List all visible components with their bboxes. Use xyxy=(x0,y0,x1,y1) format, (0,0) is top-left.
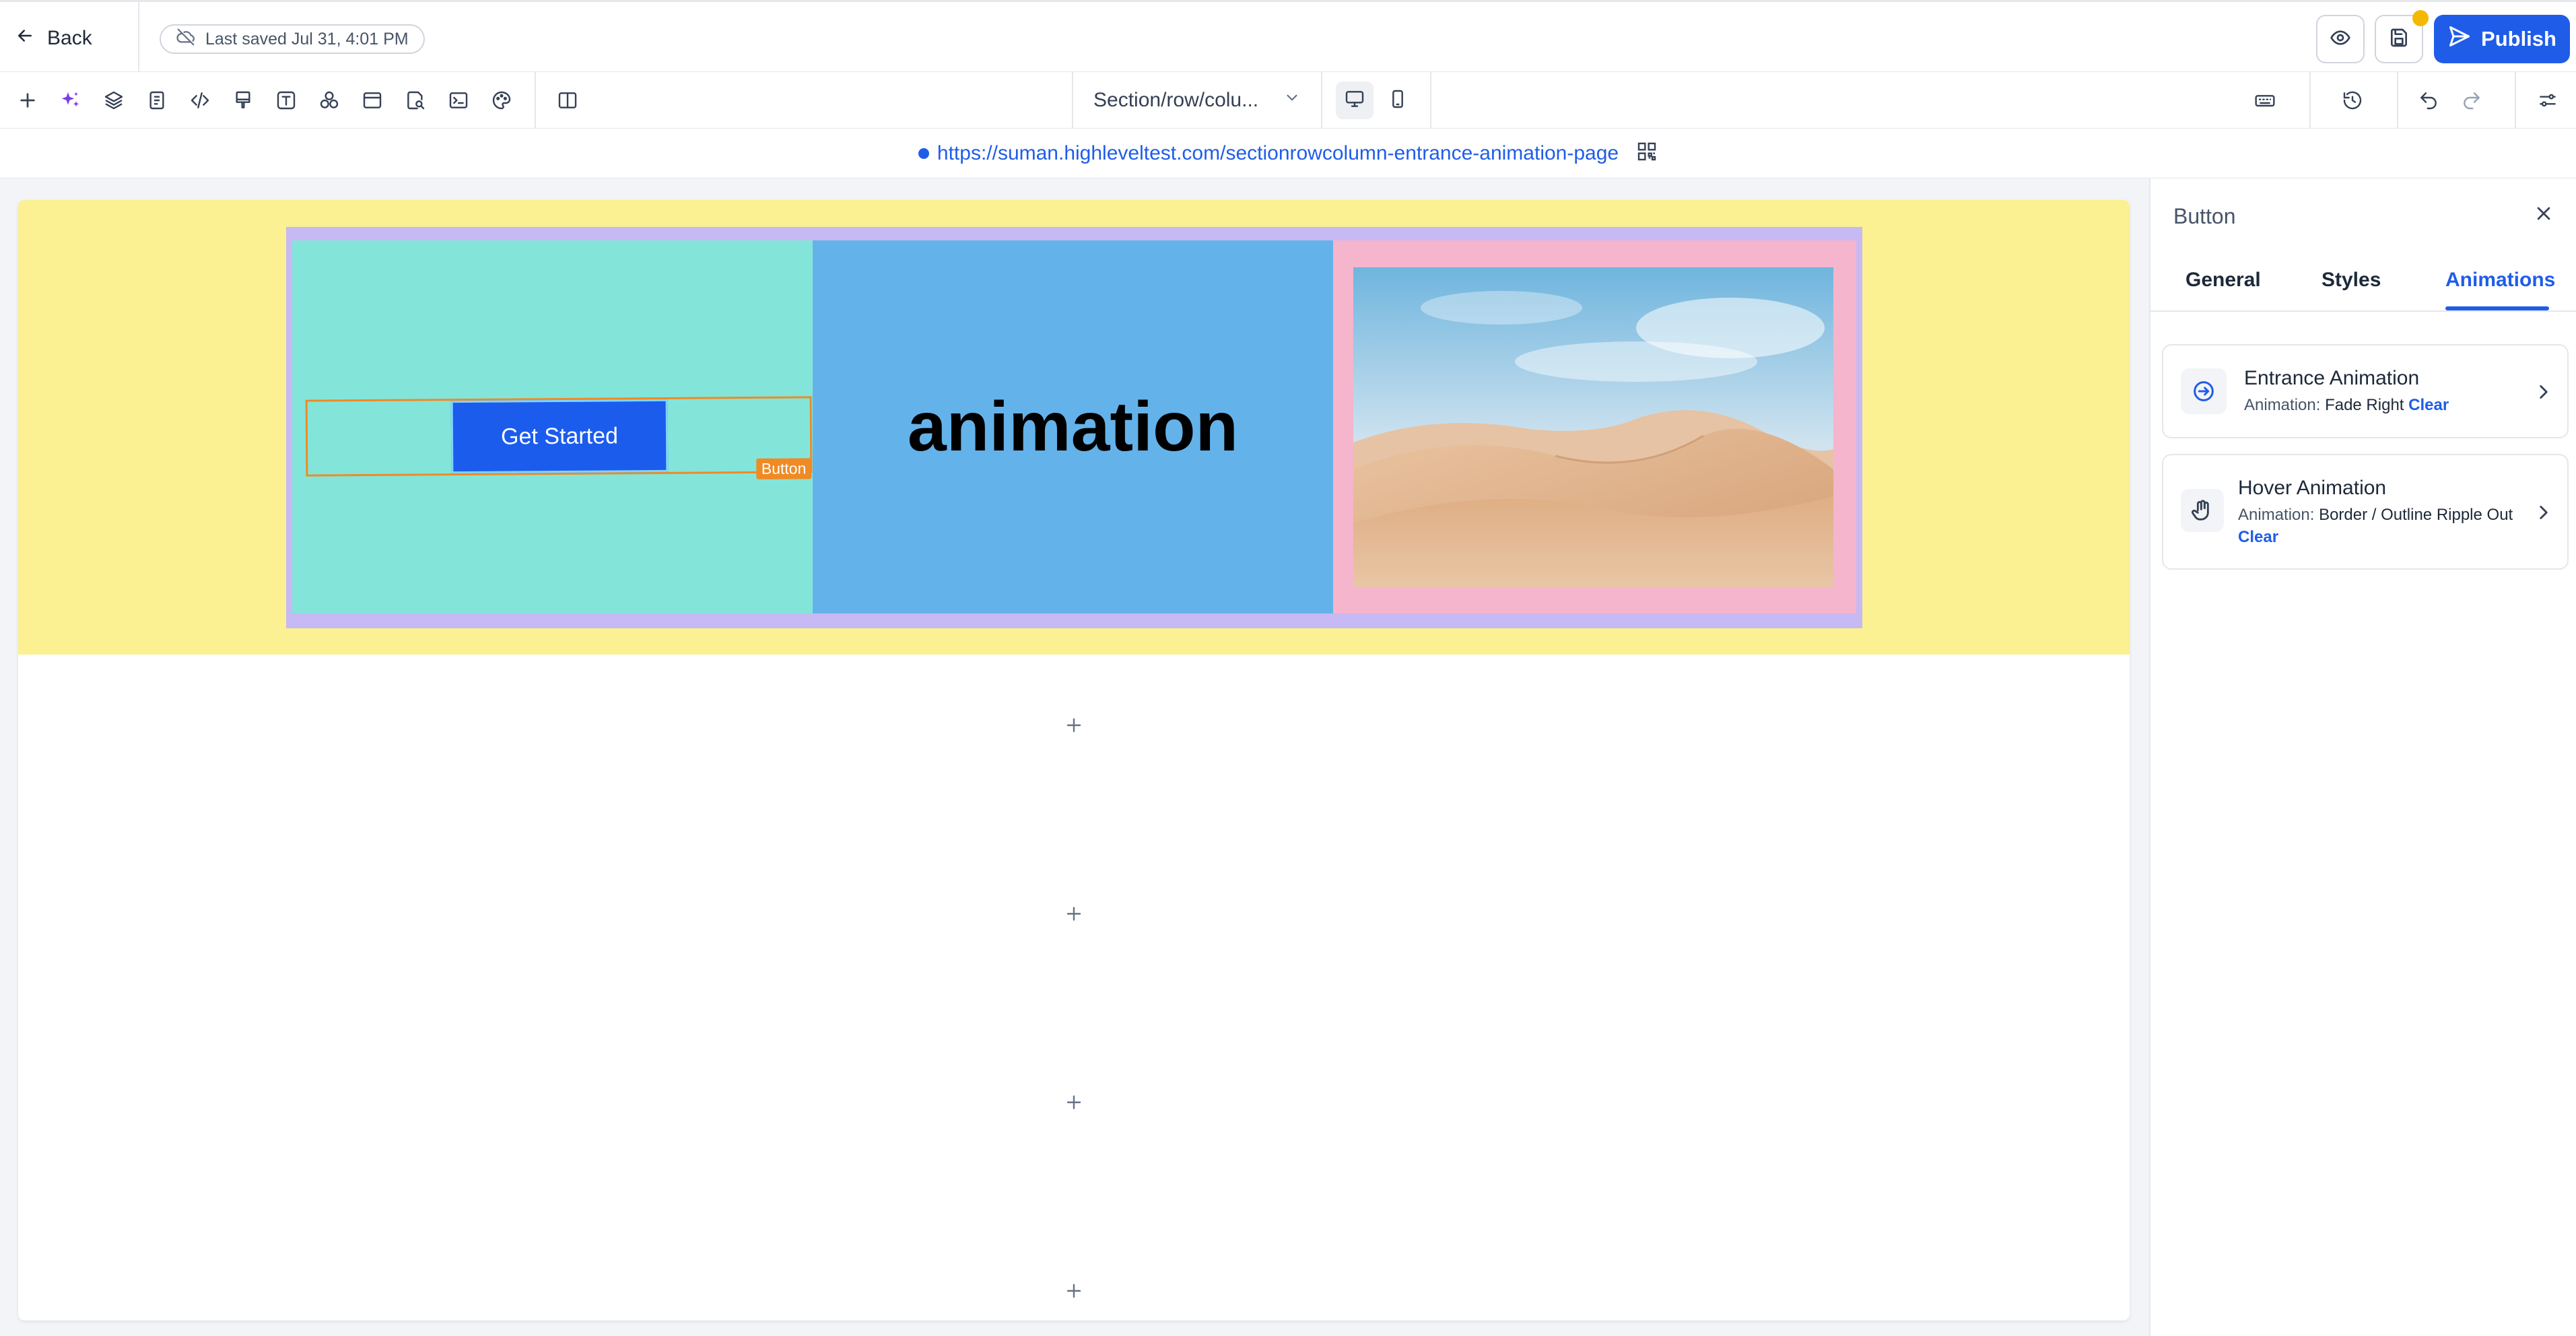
close-icon xyxy=(2533,203,2554,228)
entrance-animation-value: Fade Right xyxy=(2325,396,2404,414)
editor-toolbar: Section/row/colu... xyxy=(0,72,2576,129)
last-saved-text: Last saved Jul 31, 4:01 PM xyxy=(205,29,409,48)
plus-icon xyxy=(1066,1283,1081,1298)
preview-button[interactable] xyxy=(2316,15,2365,63)
column-2[interactable]: animation xyxy=(813,240,1333,613)
divider xyxy=(138,2,139,72)
mobile-view-button[interactable] xyxy=(1379,81,1417,119)
back-button[interactable]: Back xyxy=(15,21,92,56)
page-selector-dropdown[interactable]: Section/row/colu... xyxy=(1072,72,1322,129)
typography-icon[interactable] xyxy=(271,86,301,115)
add-section-button[interactable] xyxy=(1062,1279,1086,1303)
desktop-view-button[interactable] xyxy=(1336,81,1374,119)
hover-animation-label: Animation: xyxy=(2238,506,2315,524)
eye-icon xyxy=(2330,27,2351,52)
url-status-dot xyxy=(918,147,929,159)
back-label: Back xyxy=(47,27,92,49)
hover-animation-detail: Animation: Border / Outline Ripple Out C… xyxy=(2238,504,2521,548)
terminal-icon[interactable] xyxy=(444,86,473,115)
search-page-icon[interactable] xyxy=(401,86,430,115)
history-icon[interactable] xyxy=(2338,86,2367,115)
active-tab-indicator xyxy=(2445,306,2549,310)
code-icon[interactable] xyxy=(185,86,215,115)
hand-pointer-icon xyxy=(2181,489,2224,532)
entrance-clear-link[interactable]: Clear xyxy=(2408,396,2449,414)
layers-icon[interactable] xyxy=(99,86,129,115)
add-icon[interactable] xyxy=(13,86,42,115)
redo-icon[interactable] xyxy=(2457,86,2486,115)
button-selection-frame[interactable]: Get Started Button xyxy=(305,396,813,479)
divider xyxy=(1430,72,1431,129)
arrow-left-icon xyxy=(15,26,35,51)
chevron-down-icon xyxy=(1283,89,1301,112)
chevron-right-icon xyxy=(2532,380,2555,403)
send-icon xyxy=(2447,24,2472,54)
paint-bucket-icon[interactable] xyxy=(228,86,258,115)
shapes-icon[interactable] xyxy=(314,86,344,115)
tab-styles[interactable]: Styles xyxy=(2321,269,2381,292)
save-icon xyxy=(2388,27,2410,52)
plus-icon xyxy=(1066,1095,1081,1110)
top-bar: Back Last saved Jul 31, 4:01 PM Publish xyxy=(0,0,2576,72)
tab-general[interactable]: General xyxy=(2185,269,2261,292)
divider xyxy=(2515,72,2516,129)
page-canvas: Get Started Button animation xyxy=(18,200,2130,1321)
publish-button[interactable]: Publish xyxy=(2434,15,2570,63)
column-1[interactable]: Get Started Button xyxy=(292,240,813,613)
ai-sparkle-icon[interactable] xyxy=(56,86,86,115)
add-section-button[interactable] xyxy=(1062,1090,1086,1114)
plus-icon xyxy=(1066,718,1081,733)
section-block[interactable]: Get Started Button animation xyxy=(18,200,2130,655)
hover-animation-value: Border / Outline Ripple Out xyxy=(2319,506,2513,524)
publish-label: Publish xyxy=(2481,27,2556,51)
entrance-arrow-icon xyxy=(2181,368,2227,414)
hover-animation-title: Hover Animation xyxy=(2238,477,2387,499)
row-block[interactable]: Get Started Button animation xyxy=(286,227,1862,628)
panel-tabs: General Styles Animations xyxy=(2150,259,2576,312)
chevron-right-icon xyxy=(2532,501,2555,524)
entrance-animation-card[interactable]: Entrance Animation Animation: Fade Right… xyxy=(2162,344,2569,438)
add-section-button[interactable] xyxy=(1062,713,1086,737)
headline-text[interactable]: animation xyxy=(908,387,1238,467)
plus-icon xyxy=(1066,906,1081,921)
add-section-button[interactable] xyxy=(1062,902,1086,926)
hover-clear-link[interactable]: Clear xyxy=(2238,528,2278,546)
desert-image[interactable] xyxy=(1353,267,1833,588)
cloud-off-icon xyxy=(176,27,196,52)
divider xyxy=(535,72,536,129)
pages-icon[interactable] xyxy=(142,86,172,115)
settings-sliders-icon[interactable] xyxy=(2533,86,2563,115)
keyboard-icon[interactable] xyxy=(2250,86,2280,115)
selection-tag: Button xyxy=(755,458,812,479)
close-panel-button[interactable] xyxy=(2529,200,2558,230)
column-3[interactable] xyxy=(1333,240,1856,613)
page-url-link[interactable]: https://suman.highleveltest.com/sectionr… xyxy=(937,142,1619,165)
last-saved-status: Last saved Jul 31, 4:01 PM xyxy=(160,24,425,54)
tab-animations[interactable]: Animations xyxy=(2445,269,2555,292)
mobile-icon xyxy=(1387,88,1409,113)
qr-code-icon[interactable] xyxy=(1627,141,1658,166)
entrance-animation-title: Entrance Animation xyxy=(2244,367,2420,389)
palette-icon[interactable] xyxy=(487,86,516,115)
divider xyxy=(2309,72,2311,129)
layout-icon[interactable] xyxy=(358,86,387,115)
unsaved-badge xyxy=(2412,10,2429,26)
page-selector-value: Section/row/colu... xyxy=(1093,89,1259,111)
get-started-button[interactable]: Get Started xyxy=(450,399,669,474)
properties-panel: Button General Styles Animations Entranc… xyxy=(2149,178,2576,1336)
undo-icon[interactable] xyxy=(2414,86,2443,115)
columns-icon[interactable] xyxy=(553,86,582,115)
hover-animation-card[interactable]: Hover Animation Animation: Border / Outl… xyxy=(2162,454,2569,570)
desktop-icon xyxy=(1344,88,1365,113)
panel-title: Button xyxy=(2173,204,2236,228)
divider xyxy=(2397,72,2398,129)
page-url-bar: https://suman.highleveltest.com/sectionr… xyxy=(0,129,2576,178)
entrance-animation-label: Animation: xyxy=(2244,396,2321,414)
canvas-area: Get Started Button animation xyxy=(0,178,2149,1336)
entrance-animation-detail: Animation: Fade Right Clear xyxy=(2244,394,2449,416)
